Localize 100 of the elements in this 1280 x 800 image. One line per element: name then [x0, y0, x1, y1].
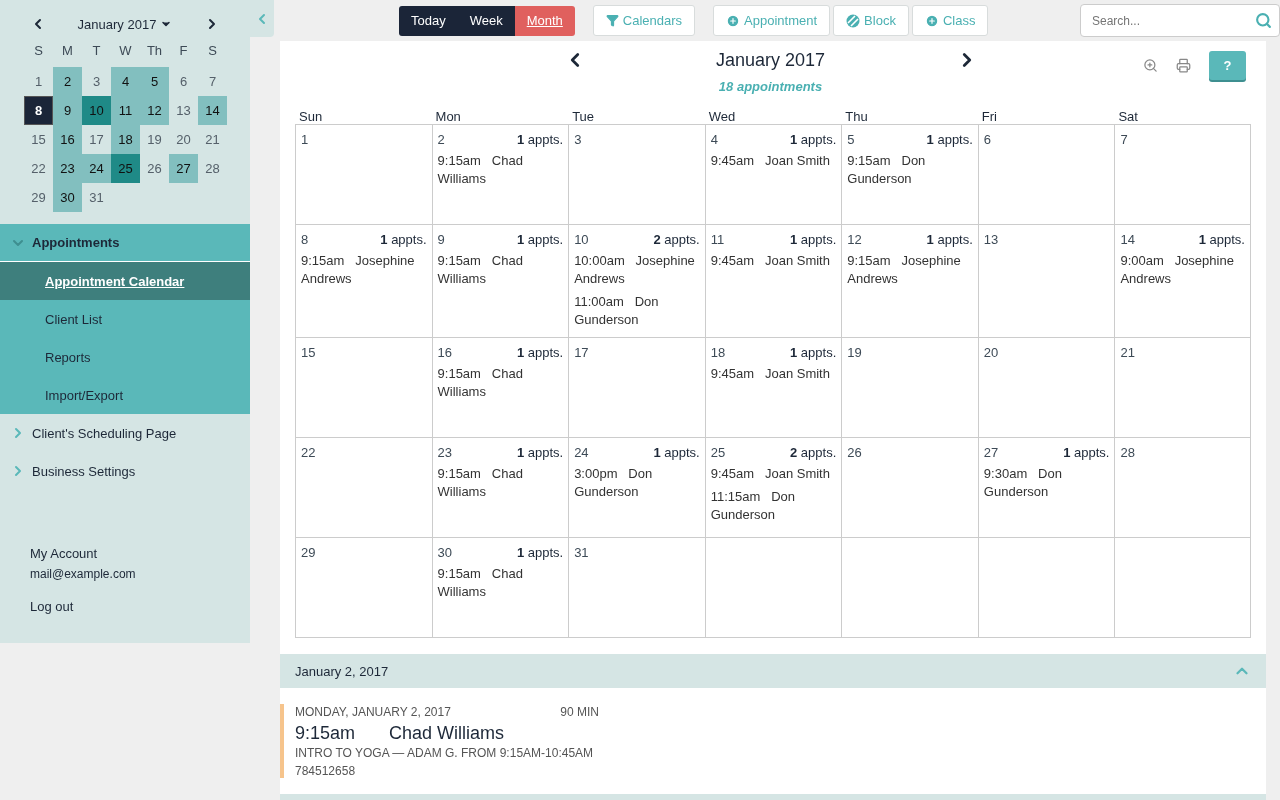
day-cell[interactable]: 5: [140, 67, 169, 96]
appointment-entry[interactable]: 9:15am Chad Williams: [437, 565, 564, 601]
view-tab[interactable]: Month: [514, 5, 575, 36]
client-name: Chad Williams: [389, 723, 505, 744]
day-cell[interactable]: 8: [24, 96, 53, 125]
day-cell[interactable]: 12: [140, 96, 169, 125]
day-number: 6: [983, 132, 992, 147]
weekday-label: M: [61, 41, 74, 60]
day-cell[interactable]: 28: [198, 154, 227, 183]
nav-item[interactable]: Reports: [0, 338, 250, 376]
appointment-time: 9:15am: [295, 723, 356, 744]
nav-section[interactable]: Appointments: [0, 224, 250, 262]
day-cell[interactable]: 22: [24, 154, 53, 183]
day-cell[interactable]: 7: [198, 67, 227, 96]
agenda-appointment[interactable]: MONDAY, JANUARY 2, 2017 90 MIN 9:15am Chad Williams INTRO TO YOGA — ADAM G. FROM 9:15AM-10:45AM 784512658: [280, 704, 610, 778]
appointment-details: INTRO TO YOGA — ADAM G. FROM 9:15AM-10:45AM: [295, 746, 595, 760]
day-number: 26: [847, 445, 862, 460]
appointment-entry[interactable]: 9:15am Chad Williams: [437, 152, 564, 188]
calendar-title: January 2017: [714, 49, 827, 71]
day-cell[interactable]: 17: [82, 125, 111, 154]
view-tab[interactable]: Week: [457, 5, 515, 36]
appointment-entry[interactable]: 10:00am Josephine Andrews: [574, 252, 700, 288]
nav-item[interactable]: Client List: [0, 300, 250, 338]
day-cell[interactable]: 21: [198, 125, 227, 154]
striped-circle-icon: [846, 13, 861, 28]
appointment-entry[interactable]: 3:00pm Don Gunderson: [574, 465, 700, 501]
appointment-entry[interactable]: 9:15am Don Gunderson: [847, 152, 973, 188]
day-cell[interactable]: 31: [82, 183, 111, 212]
plus-circle-icon: [924, 13, 939, 28]
day-cell[interactable]: 26: [140, 154, 169, 183]
day-cell[interactable]: 1: [24, 67, 53, 96]
appointment-entry[interactable]: 11:15am Don Gunderson: [710, 488, 837, 524]
appointment-entry[interactable]: 9:00am Josephine Andrews: [1120, 252, 1245, 288]
search-icon[interactable]: [1255, 12, 1272, 29]
view-tab[interactable]: Today: [399, 5, 458, 36]
appointment-entry[interactable]: 9:15am Chad Williams: [437, 365, 564, 401]
day-number: 2: [437, 132, 445, 147]
filter-icon: [605, 14, 619, 27]
agenda-header[interactable]: January 2, 2017: [280, 654, 1266, 688]
weekday-header: Sat: [1117, 109, 1139, 124]
day-number: 11: [710, 232, 725, 247]
search-field[interactable]: Search...: [1080, 4, 1280, 37]
day-cell[interactable]: 20: [169, 125, 198, 154]
day-cell[interactable]: 14: [198, 96, 227, 125]
day-cell[interactable]: 18: [111, 125, 140, 154]
appointment-count: 1 appts.: [516, 345, 564, 360]
day-number: 5: [847, 132, 855, 147]
appointment-entry[interactable]: 9:15am Chad Williams: [437, 252, 564, 288]
day-number: 28: [1120, 445, 1135, 460]
day-number: 8: [301, 232, 309, 247]
day-cell[interactable]: 29: [24, 183, 53, 212]
day-cell[interactable]: 16: [53, 125, 82, 154]
day-cell[interactable]: 19: [140, 125, 169, 154]
day-cell[interactable]: 10: [82, 96, 111, 125]
day-cell[interactable]: 13: [169, 96, 198, 125]
weekday-label: W: [118, 41, 133, 60]
day-cell[interactable]: 15: [24, 125, 53, 154]
appointment-count: 1 appts.: [516, 445, 564, 460]
print-icon[interactable]: [1176, 58, 1191, 73]
appointment-entry[interactable]: 9:45am Joan Smith: [710, 252, 837, 270]
appointment-count: 1 appts.: [790, 345, 837, 360]
logout-link[interactable]: Log out: [30, 599, 220, 614]
appointment-entry[interactable]: 9:15am Josephine Andrews: [301, 252, 427, 288]
day-cell[interactable]: 3: [82, 67, 111, 96]
client-phone: 784512658: [295, 764, 357, 778]
day-cell[interactable]: 6: [169, 67, 198, 96]
appointment-count: 1 appts.: [516, 545, 564, 560]
nav-item[interactable]: Import/Export: [0, 376, 250, 414]
appointment-entry[interactable]: 9:15am Chad Williams: [437, 465, 564, 501]
day-cell[interactable]: 11: [111, 96, 140, 125]
day-cell[interactable]: 2: [53, 67, 82, 96]
appointment-duration: 90 MIN: [560, 705, 599, 719]
appointment-entry[interactable]: 9:45am Joan Smith: [710, 365, 837, 383]
appointment-entry[interactable]: 9:15am Josephine Andrews: [847, 252, 973, 288]
day-number: 3: [574, 132, 582, 147]
day-cell[interactable]: 30: [53, 183, 82, 212]
weekday-header: Mon: [434, 109, 462, 124]
day-number: 29: [301, 545, 316, 560]
appointment-entry[interactable]: 11:00am Don Gunderson: [574, 293, 700, 329]
nav-item[interactable]: Appointment Calendar: [0, 262, 250, 300]
day-number: 17: [574, 345, 589, 360]
month-dropdown[interactable]: January 2017: [77, 16, 173, 32]
my-account-link[interactable]: My Account: [30, 546, 220, 561]
nav-section[interactable]: Client's Scheduling Page: [0, 414, 250, 452]
day-cell[interactable]: 4: [111, 67, 140, 96]
appointment-count: 1 appts.: [1063, 445, 1110, 460]
day-cell[interactable]: 24: [82, 154, 111, 183]
appointment-entry[interactable]: 9:30am Don Gunderson: [983, 465, 1110, 501]
appointment-count: 2 appts.: [653, 232, 700, 247]
day-cell[interactable]: 23: [53, 154, 82, 183]
appointment-entry[interactable]: 9:45am Joan Smith: [710, 465, 837, 483]
zoom-in-icon[interactable]: [1143, 58, 1158, 73]
weekday-header: Tue: [571, 109, 596, 124]
nav-section[interactable]: Business Settings: [0, 452, 250, 490]
day-number: 18: [710, 345, 726, 360]
appointment-entry[interactable]: 9:45am Joan Smith: [710, 152, 837, 170]
day-cell[interactable]: 25: [111, 154, 140, 183]
weekday-header: Wed: [707, 109, 737, 124]
day-cell[interactable]: 9: [53, 96, 82, 125]
day-cell[interactable]: 27: [169, 154, 198, 183]
